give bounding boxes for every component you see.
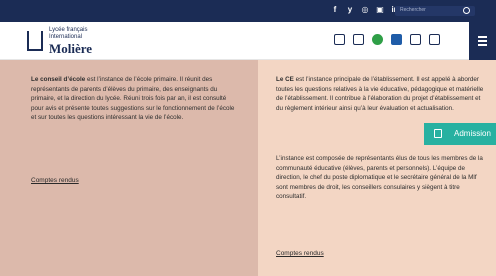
menu-button[interactable] [469, 22, 496, 60]
header: Lycée français International Molière [0, 22, 496, 60]
bag-icon[interactable] [429, 34, 440, 45]
header-icons [334, 34, 440, 45]
search-input[interactable]: Rechercher [395, 6, 475, 16]
calendar-icon[interactable] [334, 34, 345, 45]
top-bar: f y ◎ ▣ in Rechercher [0, 0, 496, 22]
clipboard-icon [434, 129, 442, 138]
instagram-icon[interactable]: ◎ [360, 5, 370, 15]
right-lead: Le CE [276, 76, 294, 83]
hamburger-icon [478, 36, 487, 38]
logo-line-1: Lycée français [49, 27, 88, 33]
document-icon[interactable] [410, 34, 421, 45]
search-icon[interactable] [463, 7, 470, 14]
right-comptes-rendus-link[interactable]: Comptes rendus [276, 250, 324, 257]
admission-label: Admission [454, 129, 491, 138]
search-placeholder: Rechercher [400, 7, 426, 13]
school-logo[interactable]: Lycée français International Molière [27, 27, 105, 56]
logo-line-2: International [49, 34, 83, 40]
social-links: f y ◎ ▣ in [330, 5, 400, 15]
right-paragraph-1: Le CE est l’instance principale de l’éta… [276, 75, 486, 113]
admission-button[interactable]: Admission [424, 123, 496, 145]
hamburger-icon [478, 40, 487, 42]
youtube-icon[interactable]: ▣ [375, 5, 385, 15]
logo-line-3: Molière [49, 41, 93, 56]
blue-grid-icon[interactable] [391, 34, 402, 45]
right-body-1: est l’instance principale de l’établisse… [276, 76, 484, 112]
right-paragraph-2: L’instance est composée de représentants… [276, 155, 483, 201]
people-icon[interactable] [353, 34, 364, 45]
green-circle-icon[interactable] [372, 34, 383, 45]
hamburger-icon [478, 44, 487, 46]
logo-mark-icon [27, 31, 43, 51]
left-comptes-rendus-link[interactable]: Comptes rendus [31, 177, 79, 184]
twitter-icon[interactable]: y [345, 5, 355, 15]
facebook-icon[interactable]: f [330, 5, 340, 15]
left-lead: Le conseil d’école [31, 76, 86, 83]
left-paragraph: Le conseil d’école est l’instance de l’é… [31, 75, 236, 123]
